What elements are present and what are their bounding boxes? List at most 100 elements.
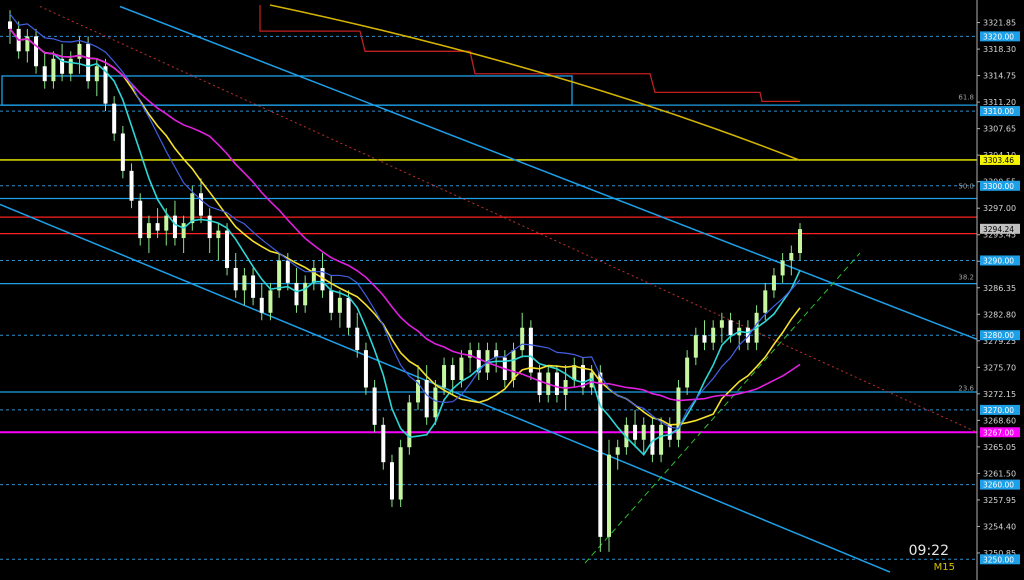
tick-label: 3272.15 bbox=[983, 390, 1016, 399]
chart-window[interactable]: 61.8 50.0 38.2 23.6 3321.85 3318.30 3314.75 33… bbox=[0, 0, 1024, 580]
candle-body bbox=[381, 424, 386, 463]
candle-body bbox=[633, 424, 638, 440]
candle-body bbox=[789, 253, 794, 261]
candle-body bbox=[798, 229, 802, 254]
fib-label: 61.8 bbox=[958, 93, 974, 101]
support-trend bbox=[584, 252, 861, 564]
candle-body bbox=[398, 447, 403, 500]
candle-body bbox=[572, 365, 577, 381]
candle-body bbox=[285, 260, 290, 283]
candle-body bbox=[346, 297, 351, 328]
candle-body bbox=[155, 223, 160, 231]
candle-body bbox=[363, 350, 368, 388]
price-tag-label: 3250.00 bbox=[983, 555, 1014, 564]
candle-body bbox=[112, 103, 117, 134]
candle-body bbox=[164, 215, 169, 231]
price-tag-label: 3267.00 bbox=[983, 428, 1014, 437]
tick-label: 3307.65 bbox=[983, 125, 1016, 134]
candle-body bbox=[693, 335, 698, 358]
candle-body bbox=[711, 327, 716, 343]
candle-body bbox=[537, 372, 542, 395]
candle-body bbox=[51, 58, 56, 82]
candle-body bbox=[685, 357, 690, 388]
price-tag-label: 3303.46 bbox=[983, 156, 1014, 165]
candle-body bbox=[780, 260, 785, 276]
candle-body bbox=[389, 462, 394, 500]
price-tag-label: 3290.00 bbox=[983, 256, 1014, 265]
candle-body bbox=[138, 200, 143, 239]
candle-body bbox=[207, 215, 212, 239]
candle-body bbox=[433, 387, 438, 418]
candle-body bbox=[8, 21, 12, 29]
candle-body bbox=[728, 320, 733, 336]
candle-body bbox=[659, 424, 664, 455]
price-axis: 3321.853318.303314.753311.203307.653304.… bbox=[976, 0, 1024, 580]
candle-body bbox=[34, 36, 39, 67]
channel-upper bbox=[119, 5, 1024, 359]
tick-label: 3311.20 bbox=[983, 98, 1016, 107]
tick-label: 3297.00 bbox=[983, 204, 1016, 213]
candle-body bbox=[355, 327, 360, 351]
tick-label: 3318.30 bbox=[983, 45, 1016, 54]
horizontal-levels: 61.8 50.0 38.2 23.6 bbox=[0, 75, 977, 434]
candle-body bbox=[251, 275, 256, 298]
candle-body bbox=[311, 267, 316, 283]
price-tag-label: 3280.00 bbox=[983, 331, 1014, 340]
tick-label: 3275.70 bbox=[983, 363, 1016, 372]
candle-body bbox=[303, 282, 308, 306]
candle-body bbox=[42, 66, 47, 82]
candle-body bbox=[528, 327, 533, 373]
price-chart[interactable]: 61.8 50.0 38.2 23.6 3321.85 3318.30 3314.75 33… bbox=[0, 0, 1024, 580]
midline bbox=[39, 6, 978, 433]
tick-label: 3261.50 bbox=[983, 469, 1016, 478]
tick-label: 3265.05 bbox=[983, 443, 1016, 452]
clock-readout: 09:22 bbox=[908, 543, 949, 559]
candle-body bbox=[771, 275, 776, 291]
candles bbox=[8, 10, 802, 552]
ma-mid-yellow bbox=[9, 28, 801, 426]
tick-label: 3257.95 bbox=[983, 496, 1016, 505]
fib-label: 38.2 bbox=[958, 273, 974, 281]
candle-body bbox=[598, 372, 603, 537]
timeframe-label: M15 bbox=[933, 562, 955, 573]
candle-body bbox=[68, 58, 73, 74]
candle-body bbox=[554, 372, 559, 395]
candle-body bbox=[120, 133, 125, 171]
candle-body bbox=[190, 193, 195, 224]
candle-body bbox=[641, 424, 646, 440]
fib-label: 23.6 bbox=[958, 385, 974, 393]
candle-body bbox=[86, 43, 91, 82]
candle-body bbox=[181, 223, 186, 239]
candle-body bbox=[146, 223, 151, 239]
candle-body bbox=[407, 402, 412, 448]
candle-body bbox=[198, 193, 203, 216]
price-tag-label: 3260.00 bbox=[983, 481, 1014, 490]
tick-label: 3268.60 bbox=[983, 416, 1016, 425]
candle-body bbox=[607, 454, 612, 537]
tick-label: 3321.85 bbox=[983, 19, 1016, 28]
grid-lines bbox=[0, 35, 977, 560]
candle-body bbox=[216, 230, 221, 239]
ma-long-gold bbox=[269, 4, 801, 162]
candle-body bbox=[424, 380, 429, 418]
candle-body bbox=[129, 170, 134, 201]
tick-label: 3314.75 bbox=[983, 72, 1016, 81]
price-tag-label: 3320.00 bbox=[983, 32, 1014, 41]
tick-label: 3286.35 bbox=[983, 284, 1016, 293]
candle-body bbox=[337, 297, 342, 313]
candle-body bbox=[277, 260, 282, 291]
candle-body bbox=[242, 275, 247, 291]
price-tag-label: 3294.24 bbox=[983, 225, 1014, 234]
price-tag-label: 3270.00 bbox=[983, 406, 1014, 415]
candle-body bbox=[520, 327, 525, 351]
candle-body bbox=[268, 290, 273, 313]
price-tag-label: 3310.00 bbox=[983, 107, 1014, 116]
fib-label: 50.0 bbox=[958, 182, 974, 190]
candle-body bbox=[615, 447, 620, 455]
candle-body bbox=[702, 335, 707, 343]
tick-label: 3254.40 bbox=[983, 522, 1016, 531]
candle-body bbox=[763, 290, 768, 313]
candle-body bbox=[450, 365, 455, 381]
candle-body bbox=[719, 320, 724, 328]
candle-body bbox=[511, 350, 516, 381]
